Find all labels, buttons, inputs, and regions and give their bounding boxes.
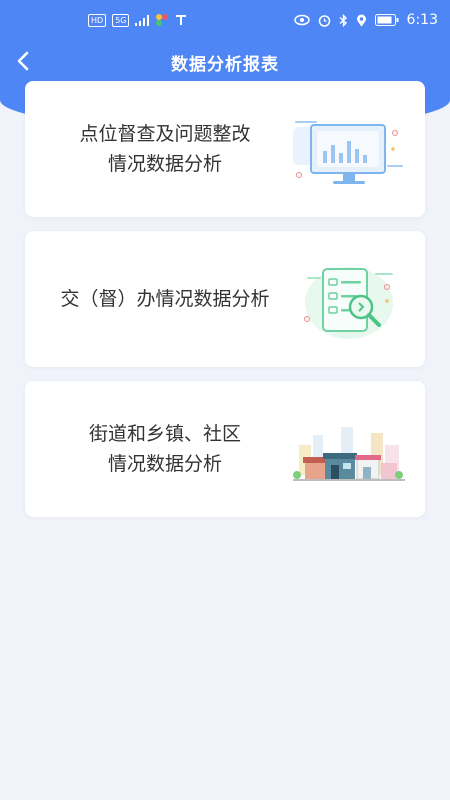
app-notification-icon [156, 14, 169, 26]
document-search-icon [303, 267, 393, 339]
card-label-line1: 街道和乡镇、社区 [88, 423, 241, 445]
download-icon [176, 15, 187, 25]
status-bar: HD 5G 6:13 [0, 0, 450, 44]
card-label-line1: 点位督查及问题整改 [79, 123, 251, 145]
status-left: HD 5G [88, 13, 187, 27]
card-assigned-supervision-analysis[interactable]: 交（督）办情况数据分析 [25, 231, 425, 367]
status-time: 6:13 [406, 12, 438, 28]
eye-icon [293, 14, 310, 26]
hd-badge: HD [88, 13, 107, 27]
card-label-line2: 情况数据分析 [107, 453, 222, 475]
signal-icon [135, 14, 150, 26]
monitor-chart-icon [293, 121, 403, 184]
card-label: 点位督查及问题整改 情况数据分析 [25, 81, 305, 217]
status-right: 6:13 [293, 12, 438, 28]
street-buildings-icon [293, 427, 405, 481]
network-badge: 5G [112, 13, 130, 27]
card-label: 交（督）办情况数据分析 [25, 231, 305, 367]
navigation-bar: 数据分析报表 [0, 44, 450, 80]
location-icon [356, 14, 366, 26]
card-label: 街道和乡镇、社区 情况数据分析 [25, 381, 305, 517]
card-label-line2: 情况数据分析 [107, 153, 222, 175]
page-title: 数据分析报表 [171, 55, 279, 75]
battery-icon [374, 14, 399, 26]
card-label-line1: 交（督）办情况数据分析 [60, 288, 270, 310]
alarm-icon [318, 14, 330, 27]
card-point-inspection-analysis[interactable]: 点位督查及问题整改 情况数据分析 [25, 81, 425, 217]
bluetooth-icon [339, 13, 347, 27]
card-street-community-analysis[interactable]: 街道和乡镇、社区 情况数据分析 [25, 381, 425, 517]
